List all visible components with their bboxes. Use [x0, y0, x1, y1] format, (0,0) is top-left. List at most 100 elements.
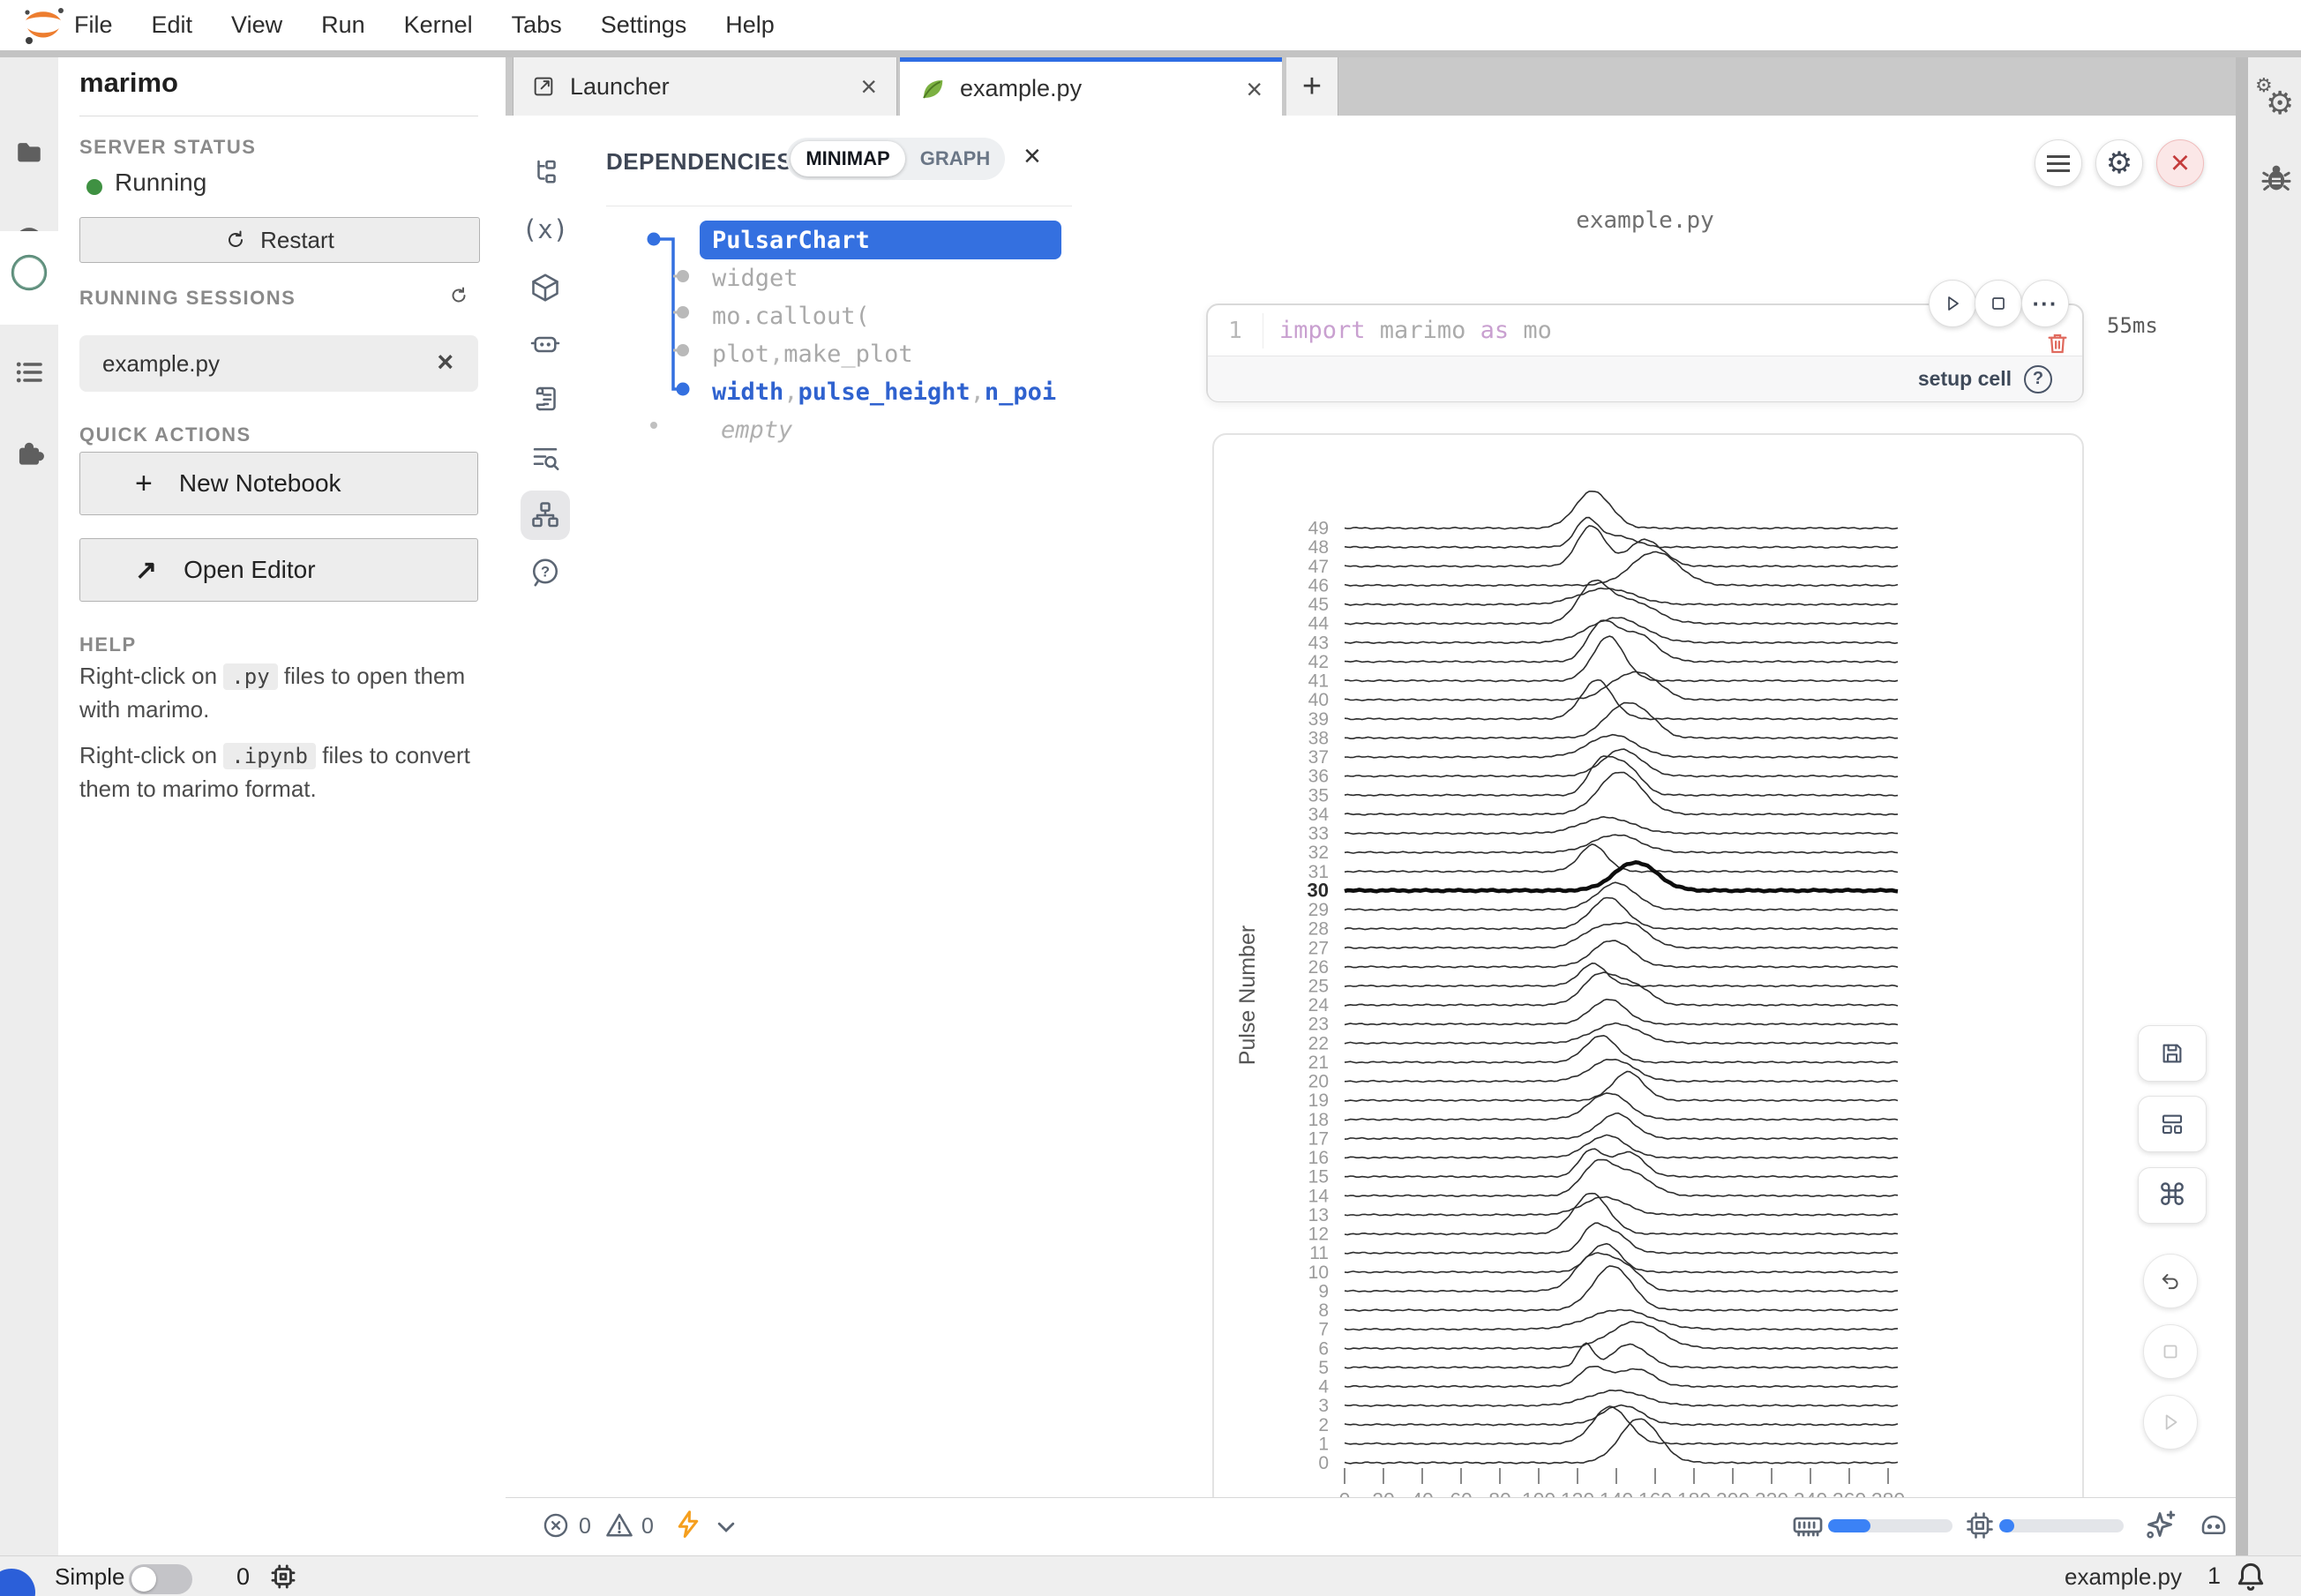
restart-button[interactable]: Restart — [79, 217, 480, 263]
svg-text:41: 41 — [1308, 671, 1329, 692]
status-indicator-circle — [0, 1569, 35, 1596]
svg-text:?: ? — [541, 565, 550, 581]
notebook-tool-strip: (x) ? — [506, 116, 586, 1497]
open-editor-button[interactable]: ↗ Open Editor — [79, 538, 478, 602]
tree-node[interactable]: width , pulse_height , n_poi — [700, 373, 1061, 411]
svg-text:260: 260 — [1833, 1488, 1866, 1497]
svg-text:43: 43 — [1308, 633, 1329, 653]
notebook-settings-button[interactable]: ⚙ — [2095, 139, 2143, 187]
tree-node[interactable]: widget — [700, 259, 1061, 297]
menu-item-view[interactable]: View — [231, 11, 282, 39]
new-notebook-button[interactable]: + New Notebook — [79, 452, 478, 515]
status-bar: Simple 0 example.py 1 — [0, 1555, 2301, 1596]
svg-text:0: 0 — [1318, 1453, 1329, 1473]
tab-launcher[interactable]: Launcher × — [513, 57, 897, 116]
chevron-down-icon[interactable] — [715, 1517, 738, 1537]
svg-text:18: 18 — [1308, 1110, 1329, 1130]
table-of-contents-icon[interactable] — [14, 356, 46, 388]
run-cell-button[interactable] — [1929, 280, 1976, 327]
extensions-puzzle-icon[interactable] — [12, 437, 46, 470]
warnings-icon[interactable] — [603, 1510, 635, 1541]
svg-text:48: 48 — [1308, 537, 1329, 558]
svg-text:36: 36 — [1308, 767, 1329, 787]
run-mode-bolt-icon[interactable] — [672, 1507, 704, 1542]
menu-item-run[interactable]: Run — [321, 11, 365, 39]
svg-text:37: 37 — [1308, 747, 1329, 768]
command-palette-button[interactable]: ⌘ — [2138, 1167, 2207, 1224]
tab-example[interactable]: example.py × — [900, 57, 1282, 116]
notebook-menu-button[interactable] — [2035, 139, 2082, 187]
session-close-icon[interactable]: × — [437, 346, 453, 378]
variables-icon[interactable]: (x) — [519, 214, 572, 244]
server-status-label: SERVER STATUS — [79, 136, 256, 159]
toggle-minimap[interactable]: MINIMAP — [791, 141, 905, 176]
scratchpad-scroll-icon[interactable] — [529, 383, 561, 415]
interrupt-button[interactable] — [2143, 1324, 2198, 1379]
layout-button[interactable] — [2138, 1096, 2207, 1152]
undo-button[interactable] — [2143, 1254, 2198, 1308]
file-explorer-icon[interactable] — [529, 156, 561, 188]
dependencies-close-icon[interactable]: × — [1023, 141, 1041, 171]
run-all-button[interactable] — [2143, 1395, 2198, 1450]
marimo-ring-icon[interactable] — [9, 252, 49, 293]
tab-launcher-close-icon[interactable]: × — [860, 72, 877, 101]
tree-node[interactable]: mo.callout( — [700, 297, 1061, 335]
svg-text:11: 11 — [1309, 1243, 1329, 1263]
chart-output: Pulse Number4948474645444342414039383736… — [1212, 433, 2084, 1497]
command-icon: ⌘ — [2157, 1178, 2187, 1213]
notification-count: 1 — [2207, 1562, 2221, 1590]
menu-item-settings[interactable]: Settings — [601, 11, 687, 39]
play-icon — [2159, 1411, 2182, 1434]
svg-text:23: 23 — [1308, 1015, 1329, 1035]
close-icon: × — [2170, 145, 2190, 183]
kernel-cpu-icon[interactable] — [268, 1562, 298, 1592]
copilot-icon[interactable] — [2197, 1509, 2230, 1540]
svg-text:12: 12 — [1308, 1225, 1329, 1245]
menu-item-kernel[interactable]: Kernel — [404, 11, 473, 39]
delete-cell-trash-icon[interactable] — [2044, 330, 2071, 356]
vertical-scrollbar[interactable] — [2236, 57, 2248, 1555]
cell-more-button[interactable]: ··· — [2021, 280, 2069, 327]
tab-example-close-icon[interactable]: × — [1246, 75, 1263, 103]
tree-node[interactable]: empty — [700, 411, 1061, 449]
bell-icon[interactable] — [2234, 1559, 2267, 1592]
packages-cube-icon[interactable] — [529, 272, 561, 303]
dependencies-graph-icon[interactable] — [529, 499, 561, 531]
shutdown-button[interactable]: × — [2156, 139, 2204, 187]
layout-grid-icon — [2159, 1111, 2185, 1137]
hamburger-icon — [2047, 151, 2070, 176]
toggle-graph[interactable]: GRAPH — [905, 147, 1005, 170]
help-icon[interactable]: ? — [529, 557, 561, 588]
file-browser-icon[interactable] — [12, 137, 46, 167]
tree-node-selected[interactable]: PulsarChart — [700, 221, 1061, 259]
svg-text:7: 7 — [1318, 1320, 1329, 1340]
memory-usage-fill — [1828, 1519, 1870, 1532]
plus-icon: + — [135, 467, 153, 501]
cell-code[interactable]: import marimo as mo — [1279, 317, 1552, 344]
svg-text:180: 180 — [1677, 1488, 1711, 1497]
menu-item-file[interactable]: File — [74, 11, 113, 39]
ai-sparkle-icon[interactable] — [2142, 1507, 2177, 1542]
logs-search-icon[interactable] — [529, 442, 561, 474]
setup-cell-label: setup cell — [1918, 367, 2012, 391]
ai-bot-icon[interactable] — [529, 327, 561, 359]
dependency-tree: PulsarChartwidgetmo.callout(plot , make_… — [700, 221, 1061, 449]
new-tab-button[interactable]: + — [1286, 57, 1338, 116]
session-item[interactable]: example.py × — [79, 335, 478, 392]
errors-icon[interactable] — [541, 1510, 571, 1540]
svg-text:4: 4 — [1318, 1377, 1329, 1397]
menu-item-edit[interactable]: Edit — [152, 11, 193, 39]
tree-node[interactable]: plot , make_plot — [700, 335, 1061, 373]
stop-cell-button[interactable] — [1975, 280, 2022, 327]
menu-item-tabs[interactable]: Tabs — [512, 11, 562, 39]
setup-help-icon[interactable]: ? — [2024, 365, 2052, 393]
debugger-bug-icon[interactable] — [2259, 161, 2294, 196]
menu-item-help[interactable]: Help — [725, 11, 775, 39]
open-external-icon: ↗ — [135, 555, 157, 586]
statusbar-filename[interactable]: example.py — [2065, 1563, 2182, 1591]
svg-text:140: 140 — [1600, 1488, 1633, 1497]
simple-mode-toggle[interactable] — [129, 1564, 192, 1594]
svg-text:9: 9 — [1318, 1281, 1329, 1301]
refresh-sessions-icon[interactable] — [448, 285, 469, 306]
save-button[interactable] — [2138, 1025, 2207, 1082]
